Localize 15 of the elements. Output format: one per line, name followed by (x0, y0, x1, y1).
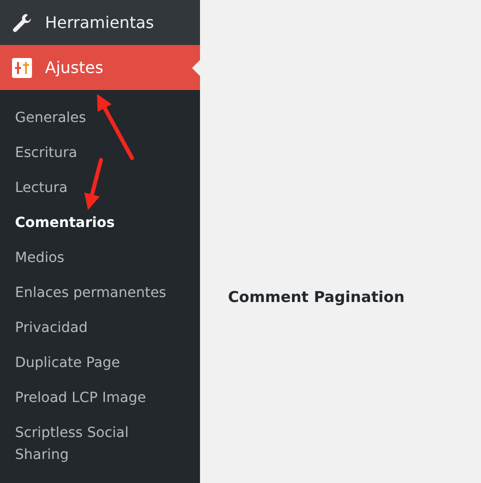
submenu-item[interactable]: Lectura (0, 170, 200, 205)
submenu-item[interactable]: Duplicate Page (0, 345, 200, 380)
submenu-item[interactable]: Enlaces permanentes (0, 275, 200, 310)
menu-item[interactable]: Ajustes (0, 45, 200, 90)
submenu-item[interactable]: Privacidad (0, 310, 200, 345)
submenu-item[interactable]: Comentarios (0, 205, 200, 240)
sliders-icon (12, 58, 32, 78)
submenu-item[interactable]: Generales (0, 100, 200, 135)
wrench-icon (12, 12, 32, 32)
submenu-item[interactable]: Preload LCP Image (0, 380, 200, 415)
menu-item[interactable]: Herramientas (0, 0, 200, 45)
submenu-item[interactable]: Medios (0, 240, 200, 275)
section-heading: Comment Pagination (228, 288, 405, 306)
submenu-item[interactable]: Escritura (0, 135, 200, 170)
submenu-item[interactable]: Scriptless Social Sharing (0, 415, 200, 472)
